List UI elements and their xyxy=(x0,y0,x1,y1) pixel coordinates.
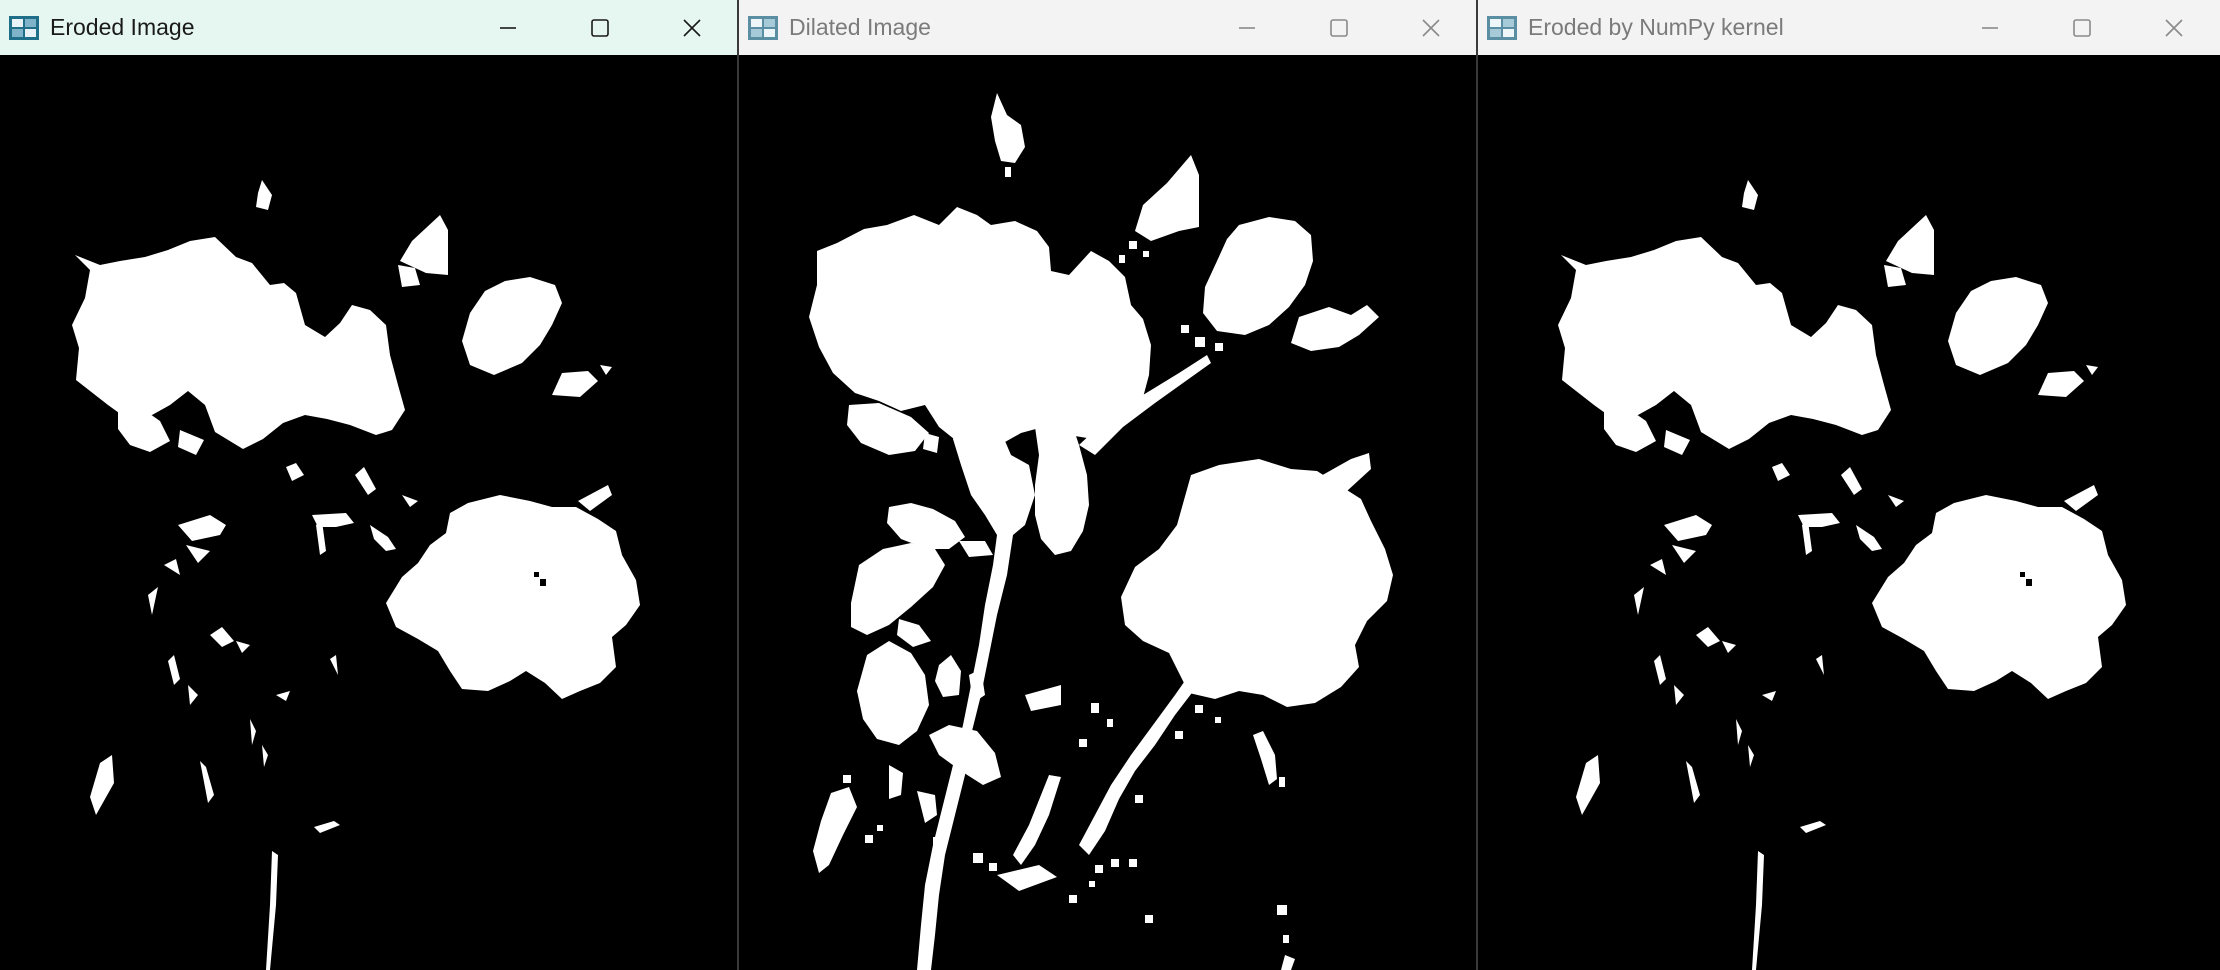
eroded-numpy-image xyxy=(1558,180,2126,970)
dilated-image xyxy=(809,93,1393,970)
app-icon xyxy=(1487,15,1517,40)
close-icon xyxy=(2165,18,2183,37)
desktop: Eroded Image Dilated Image Eroded by Num… xyxy=(0,0,2220,970)
maximize-icon xyxy=(1330,18,1348,37)
window-dilated-image[interactable]: Dilated Image xyxy=(739,0,1477,970)
close-icon xyxy=(683,18,701,37)
minimize-button[interactable] xyxy=(462,0,554,55)
image-canvas xyxy=(1478,55,2220,970)
minimize-icon xyxy=(500,26,516,29)
close-icon xyxy=(1422,18,1440,37)
app-icon xyxy=(748,15,778,40)
close-button[interactable] xyxy=(2128,0,2220,55)
app-icon xyxy=(9,15,39,40)
title-bar[interactable]: Eroded by NumPy kernel xyxy=(1478,0,2220,55)
title-bar[interactable]: Dilated Image xyxy=(739,0,1477,55)
eroded-image xyxy=(72,180,640,970)
maximize-button[interactable] xyxy=(2036,0,2128,55)
minimize-icon xyxy=(1982,26,1998,29)
minimize-icon xyxy=(1239,26,1255,29)
image-canvas xyxy=(739,55,1477,970)
window-title: Eroded Image xyxy=(50,14,195,40)
maximize-icon xyxy=(591,18,609,37)
window-eroded-by-numpy-kernel[interactable]: Eroded by NumPy kernel xyxy=(1478,0,2220,970)
window-title: Dilated Image xyxy=(789,14,931,40)
maximize-icon xyxy=(2073,18,2091,37)
window-eroded-image[interactable]: Eroded Image xyxy=(0,0,738,970)
maximize-button[interactable] xyxy=(554,0,646,55)
window-title: Eroded by NumPy kernel xyxy=(1528,14,1784,40)
close-button[interactable] xyxy=(646,0,738,55)
image-canvas xyxy=(0,55,738,970)
minimize-button[interactable] xyxy=(1944,0,2036,55)
close-button[interactable] xyxy=(1385,0,1477,55)
minimize-button[interactable] xyxy=(1201,0,1293,55)
maximize-button[interactable] xyxy=(1293,0,1385,55)
title-bar[interactable]: Eroded Image xyxy=(0,0,738,55)
